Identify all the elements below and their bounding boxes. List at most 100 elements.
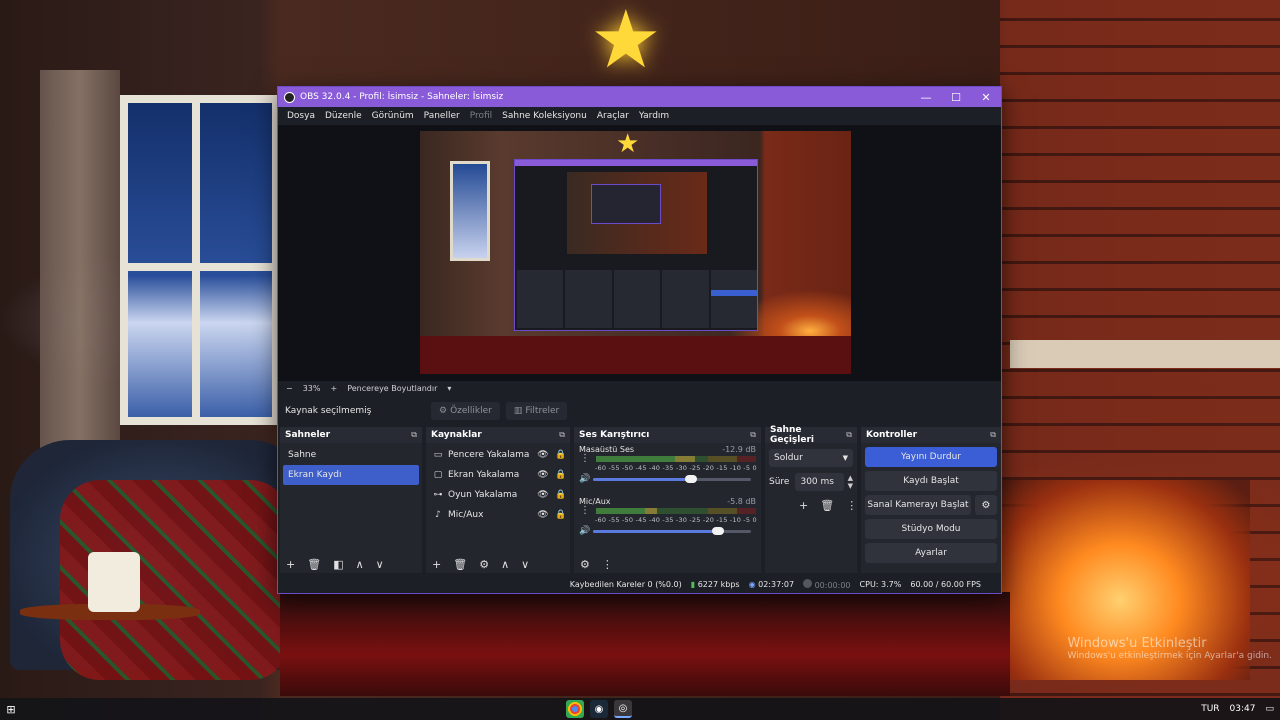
- lock-icon[interactable]: 🔒: [552, 470, 570, 480]
- menu-tools[interactable]: Araçlar: [592, 111, 634, 121]
- filters-label: Filtreler: [525, 406, 560, 416]
- studio-mode-button[interactable]: Stüdyo Modu: [865, 519, 997, 539]
- dropped-frames: Kaybedilen Kareler 0 (%0.0): [569, 579, 682, 589]
- float-dock-icon[interactable]: ⧉: [559, 430, 565, 440]
- obs-taskbar-icon[interactable]: ◎: [614, 700, 632, 718]
- lock-icon[interactable]: 🔒: [552, 490, 570, 500]
- microphone-icon: ♪: [435, 510, 441, 520]
- source-item-window-capture[interactable]: ▭ Pencere Yakalama 👁 🔒: [426, 445, 570, 465]
- transitions-dock: Sahne Geçişleri ⧉ Soldur ▼ Süre 300 ms ▲…: [765, 425, 857, 573]
- wallpaper-mug: [88, 552, 140, 612]
- spinner-icon[interactable]: ▲ ▼: [848, 474, 853, 490]
- wallpaper-mantle: [1010, 340, 1280, 368]
- eye-icon[interactable]: 👁: [534, 470, 552, 480]
- move-up-icon[interactable]: ∧: [501, 558, 509, 571]
- obs-window: OBS 32.0.4 - Profil: İsimsiz - Sahneler:…: [277, 86, 1002, 594]
- close-button[interactable]: ✕: [971, 91, 1001, 104]
- volume-slider[interactable]: [593, 474, 751, 483]
- steam-icon[interactable]: ◉: [590, 700, 608, 718]
- chrome-icon[interactable]: [566, 700, 584, 718]
- maximize-button[interactable]: ☐: [941, 91, 971, 104]
- eye-icon[interactable]: 👁: [534, 490, 552, 500]
- transition-select[interactable]: Soldur ▼: [769, 449, 853, 467]
- scenes-dock: Sahneler ⧉ Sahne Ekran Kaydı + 🗑 ◧ ∧ ∨: [280, 427, 422, 573]
- level-meter: [596, 456, 756, 462]
- scene-item[interactable]: Sahne: [283, 445, 419, 465]
- speaker-icon[interactable]: 🔊: [579, 474, 593, 484]
- move-down-icon[interactable]: ∨: [521, 558, 529, 571]
- move-up-icon[interactable]: ∧: [356, 558, 364, 571]
- notification-icon[interactable]: ▭: [1265, 704, 1274, 714]
- fit-to-window-label[interactable]: Pencereye Boyutlandır: [347, 384, 437, 393]
- sources-dock-header: Kaynaklar ⧉: [426, 427, 570, 443]
- trash-icon[interactable]: 🗑: [820, 499, 834, 512]
- stop-streaming-button[interactable]: Yayını Durdur: [865, 447, 997, 467]
- duration-input[interactable]: 300 ms: [795, 473, 844, 491]
- properties-button[interactable]: ⚙ Özellikler: [431, 402, 500, 420]
- transition-menu-icon[interactable]: ⋮: [846, 499, 857, 512]
- slider-handle[interactable]: [684, 474, 697, 483]
- windows-start-icon[interactable]: ⊞: [0, 698, 22, 720]
- chevron-down-icon[interactable]: ▾: [447, 384, 451, 393]
- float-dock-icon[interactable]: ⧉: [990, 430, 996, 440]
- channel-menu-icon[interactable]: ⋮: [580, 454, 590, 464]
- zoom-in-button[interactable]: +: [330, 384, 337, 393]
- system-tray: TUR 03:47 ▭: [1201, 698, 1274, 720]
- sources-toolbar: + 🗑 ⚙ ∧ ∨: [426, 555, 570, 573]
- trash-icon[interactable]: 🗑: [307, 558, 321, 571]
- source-item-game-capture[interactable]: ⊶ Oyun Yakalama 👁 🔒: [426, 485, 570, 505]
- settings-button[interactable]: Ayarlar: [865, 543, 997, 563]
- menu-help[interactable]: Yardım: [634, 111, 674, 121]
- eye-icon[interactable]: 👁: [534, 450, 552, 460]
- title-bar: OBS 32.0.4 - Profil: İsimsiz - Sahneler:…: [278, 87, 1001, 107]
- preview-area[interactable]: ★: [278, 125, 1001, 381]
- scene-filters-icon[interactable]: ◧: [333, 558, 343, 571]
- transitions-dock-title: Sahne Geçişleri: [770, 425, 814, 445]
- trash-icon[interactable]: 🗑: [453, 558, 467, 571]
- preview-floor-scene: [420, 336, 851, 374]
- no-source-label: Kaynak seçilmemiş: [285, 406, 372, 416]
- source-item-mic-aux[interactable]: ♪ Mic/Aux 👁 🔒: [426, 505, 570, 525]
- minimize-button[interactable]: —: [911, 91, 941, 104]
- controls-dock: Kontroller ⧉ Yayını Durdur Kaydı Başlat …: [861, 427, 1001, 573]
- source-item-display-capture[interactable]: ▢ Ekran Yakalama 👁 🔒: [426, 465, 570, 485]
- taskbar: ⊞ ◉ ◎ TUR 03:47 ▭: [0, 698, 1280, 720]
- filters-button[interactable]: ▥ Filtreler: [505, 402, 568, 420]
- slider-fill: [593, 477, 691, 481]
- menu-edit[interactable]: Düzenle: [320, 111, 367, 121]
- gear-icon[interactable]: ⚙: [479, 558, 489, 571]
- float-dock-icon[interactable]: ⧉: [750, 430, 756, 440]
- menu-file[interactable]: Dosya: [282, 111, 320, 121]
- float-dock-icon[interactable]: ⧉: [411, 430, 417, 440]
- scene-list: Sahne Ekran Kaydı: [280, 443, 422, 485]
- move-down-icon[interactable]: ∨: [376, 558, 384, 571]
- menu-scene-collection[interactable]: Sahne Koleksiyonu: [497, 111, 592, 121]
- speaker-icon[interactable]: 🔊: [579, 526, 593, 536]
- add-transition-button[interactable]: +: [799, 499, 808, 512]
- start-recording-button[interactable]: Kaydı Başlat: [865, 471, 997, 491]
- menu-docks[interactable]: Paneller: [419, 111, 465, 121]
- menu-view[interactable]: Görünüm: [367, 111, 419, 121]
- nested-docks: [517, 270, 758, 328]
- menu-profile[interactable]: Profil: [465, 111, 497, 121]
- taskbar-apps: ◉ ◎: [566, 700, 632, 718]
- language-indicator[interactable]: TUR: [1201, 704, 1219, 714]
- advanced-audio-icon[interactable]: ⚙: [580, 558, 590, 571]
- slider-handle[interactable]: [711, 526, 724, 535]
- scene-item-selected[interactable]: Ekran Kaydı: [283, 465, 419, 485]
- start-virtual-camera-button[interactable]: Sanal Kamerayı Başlat: [865, 495, 971, 515]
- preview-canvas[interactable]: ★: [420, 131, 851, 374]
- clock[interactable]: 03:47: [1230, 704, 1256, 714]
- lock-icon[interactable]: 🔒: [552, 510, 570, 520]
- eye-icon[interactable]: 👁: [534, 510, 552, 520]
- add-source-button[interactable]: +: [432, 558, 441, 571]
- lock-icon[interactable]: 🔒: [552, 450, 570, 460]
- channel-menu-icon[interactable]: ⋮: [580, 506, 590, 516]
- gear-icon[interactable]: ⚙: [975, 495, 997, 515]
- zoom-out-button[interactable]: −: [286, 384, 293, 393]
- add-scene-button[interactable]: +: [286, 558, 295, 571]
- float-dock-icon[interactable]: ⧉: [846, 430, 852, 440]
- bitrate-stat: ▮ 6227 kbps: [691, 580, 740, 589]
- mixer-menu-icon[interactable]: ⋮: [602, 558, 613, 571]
- volume-slider[interactable]: [593, 526, 751, 535]
